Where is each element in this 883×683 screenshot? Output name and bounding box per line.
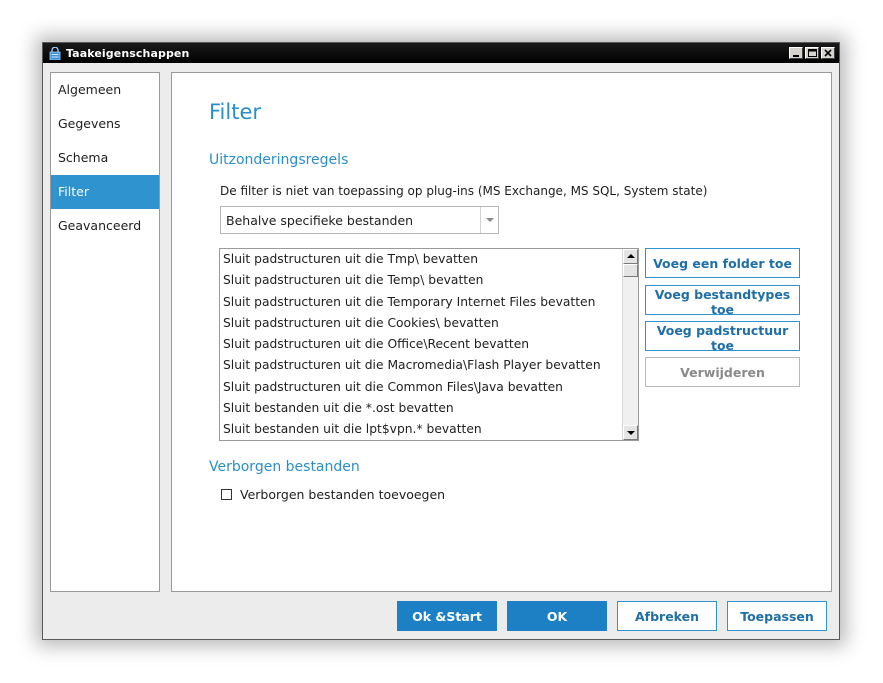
remove-button[interactable]: Verwijderen [645,357,800,387]
add-folder-button[interactable]: Voeg een folder toe [645,248,800,278]
scroll-down-icon[interactable] [623,425,638,440]
sidebar-item-filter[interactable]: Filter [51,175,159,209]
list-item[interactable]: Sluit padstructuren uit die Common Files… [220,377,638,398]
sidebar-item-algemeen[interactable]: Algemeen [51,73,159,107]
hidden-files-checkbox[interactable] [221,489,232,500]
maximize-icon[interactable] [805,47,819,59]
cancel-button[interactable]: Afbreken [617,601,717,631]
sidebar-item-gegevens[interactable]: Gegevens [51,107,159,141]
filter-panel: Filter Uitzonderingsregels De filter is … [171,72,832,592]
apply-button[interactable]: Toepassen [727,601,827,631]
list-item[interactable]: Sluit padstructuren uit die Temporary In… [220,292,638,313]
list-item[interactable]: Sluit bestanden uit die lpt$vpn.* bevatt… [220,419,638,440]
close-icon[interactable] [821,47,835,59]
sidebar-nav: Algemeen Gegevens Schema Filter Geavance… [50,72,160,592]
list-item[interactable]: Sluit padstructuren uit die Tmp\ bevatte… [220,249,638,270]
list-item[interactable]: Sluit padstructuren uit die Cookies\ bev… [220,313,638,334]
ok-button[interactable]: OK [507,601,607,631]
list-scrollbar[interactable] [622,249,638,440]
add-path-button[interactable]: Voeg padstructuur toe [645,321,800,353]
title-bar[interactable]: Taakeigenschappen [43,43,839,63]
plugin-note: De filter is niet van toepassing op plug… [220,184,708,198]
minimize-icon[interactable] [789,47,803,59]
ok-start-button[interactable]: Ok &Start [397,601,497,631]
page-title: Filter [209,100,262,124]
app-lock-icon [49,46,61,60]
scroll-thumb[interactable] [623,264,638,277]
scroll-up-icon[interactable] [623,249,638,264]
dropdown-value: Behalve specifieke bestanden [226,213,414,228]
exceptions-heading: Uitzonderingsregels [209,152,349,168]
window-title: Taakeigenschappen [66,46,190,60]
sidebar-item-schema[interactable]: Schema [51,141,159,175]
list-item[interactable]: Sluit padstructuren uit die Macromedia\F… [220,355,638,376]
sidebar-item-geavanceerd[interactable]: Geavanceerd [51,209,159,243]
add-filetypes-button[interactable]: Voeg bestandtypes toe [645,285,800,317]
list-item[interactable]: Sluit bestanden uit die *.ost bevatten [220,398,638,419]
exception-rules-list[interactable]: Sluit padstructuren uit die Tmp\ bevatte… [219,248,639,441]
hidden-files-heading: Verborgen bestanden [209,459,360,475]
hidden-files-option[interactable]: Verborgen bestanden toevoegen [221,487,445,502]
exception-mode-dropdown[interactable]: Behalve specifieke bestanden [220,206,499,234]
chevron-down-icon[interactable] [480,207,498,233]
list-item[interactable]: Sluit padstructuren uit die Temp\ bevatt… [220,270,638,291]
list-item[interactable]: Sluit padstructuren uit die Office\Recen… [220,334,638,355]
task-properties-dialog: Taakeigenschappen Algemeen Gegevens Sche… [42,42,840,640]
hidden-files-label: Verborgen bestanden toevoegen [240,487,446,502]
